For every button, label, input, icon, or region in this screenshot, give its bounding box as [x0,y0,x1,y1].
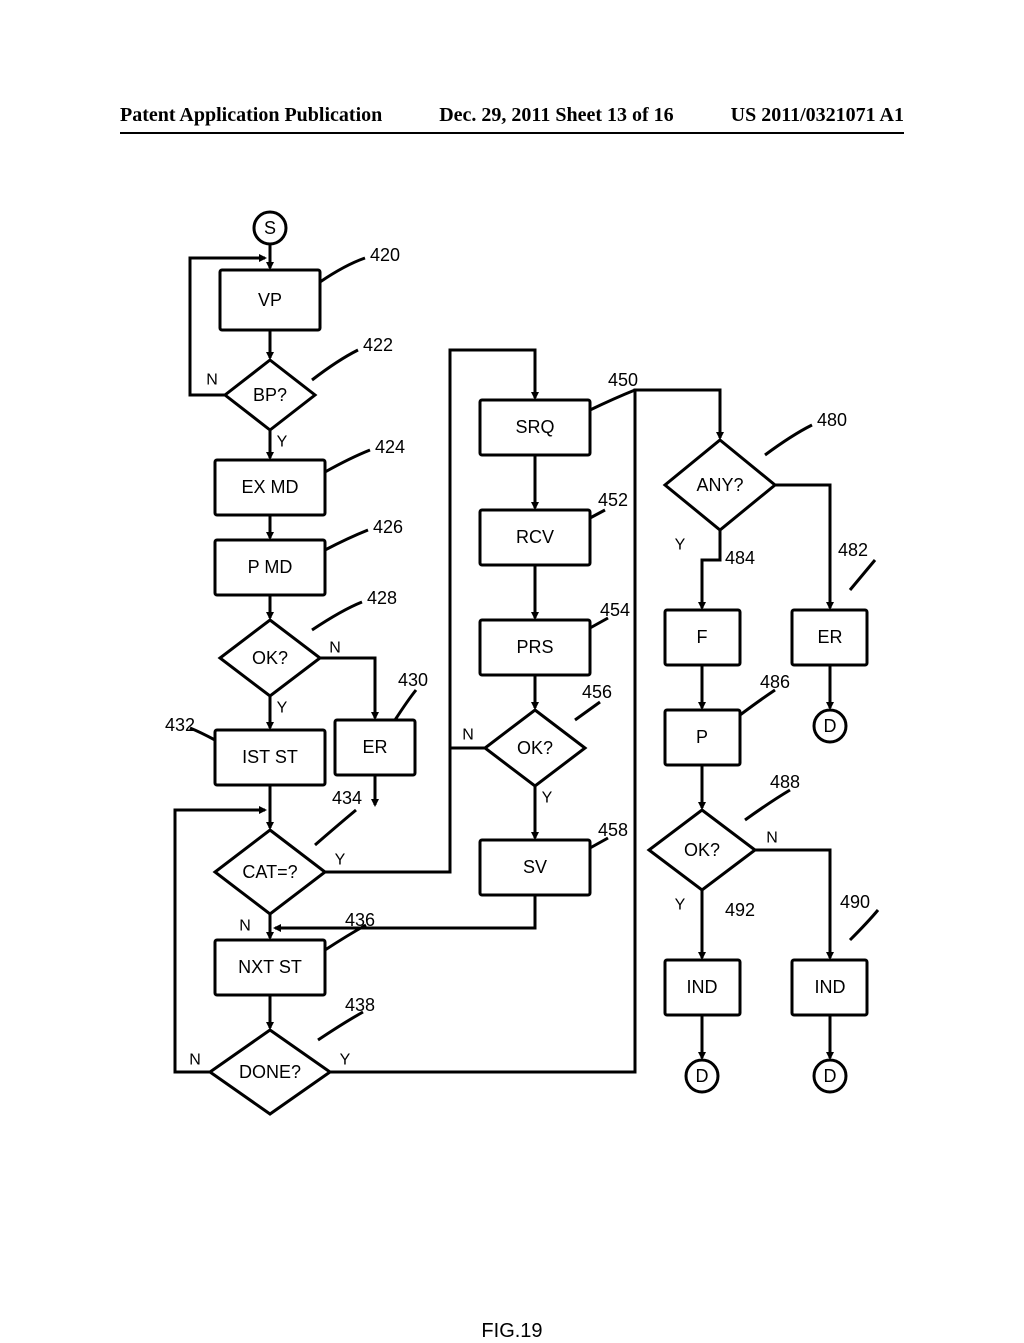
ref-leader [395,690,416,720]
arrow [320,658,375,718]
decision-bp-label: BP? [253,385,287,405]
edge-label-y: Y [675,537,686,554]
page: Patent Application Publication Dec. 29, … [0,0,1024,1320]
header-left: Patent Application Publication [120,104,382,127]
box-er1-label: ER [362,737,387,757]
ref-480: 480 [817,410,847,430]
box-p-label: P [696,727,708,747]
terminal-start-label: S [264,218,276,238]
ref-leader [745,790,790,820]
decision-ok2-label: OK? [517,738,553,758]
decision-done-label: DONE? [239,1062,301,1082]
ref-422: 422 [363,335,393,355]
box-f-label: F [697,627,708,647]
terminal-d3-label: D [824,1066,837,1086]
edge-label-y: Y [675,897,686,914]
ref-488: 488 [770,772,800,792]
ref-484: 484 [725,548,755,568]
edge-label-n: N [239,918,251,935]
terminal-d2-label: D [696,1066,709,1086]
box-vp-label: VP [258,290,282,310]
ref-438: 438 [345,995,375,1015]
ref-leader [740,690,775,715]
box-exmd-label: EX MD [241,477,298,497]
ref-leader [765,425,812,455]
ref-482: 482 [838,540,868,560]
edge-label-y: Y [542,790,553,807]
ref-leader [318,1012,363,1040]
ref-424: 424 [375,437,405,457]
ref-492: 492 [725,900,755,920]
ref-leader [575,702,600,720]
decision-ok3-label: OK? [684,840,720,860]
ref-428: 428 [367,588,397,608]
arrow [702,530,720,608]
ref-leader [850,560,875,590]
ref-452: 452 [598,490,628,510]
ref-leader [320,258,365,282]
ref-434: 434 [332,788,362,808]
box-srq-label: SRQ [515,417,554,437]
decision-any-label: ANY? [696,475,743,495]
box-nxtst-label: NXT ST [238,957,302,977]
edge-label-n: N [462,727,474,744]
ref-450: 450 [608,370,638,390]
figure-caption: FIG.19 [120,1320,904,1343]
edge-label-n: N [189,1052,201,1069]
box-rcv-label: RCV [516,527,554,547]
box-ind1-label: IND [687,977,718,997]
ref-420: 420 [370,245,400,265]
page-header: Patent Application Publication Dec. 29, … [0,104,1024,127]
ref-490: 490 [840,892,870,912]
arrow [755,850,830,958]
decision-cat-label: CAT=? [242,862,297,882]
ref-458: 458 [598,820,628,840]
ref-leader [325,450,370,472]
ref-432: 432 [165,715,195,735]
ref-leader [312,350,358,380]
ref-430: 430 [398,670,428,690]
header-right: US 2011/0321071 A1 [731,104,904,127]
box-er2-label: ER [817,627,842,647]
header-center: Dec. 29, 2011 Sheet 13 of 16 [439,104,673,127]
ref-454: 454 [600,600,630,620]
box-pmd-label: P MD [248,557,293,577]
ref-leader [325,530,368,550]
ref-426: 426 [373,517,403,537]
box-sv-label: SV [523,857,547,877]
edge-label-n: N [329,640,341,657]
ref-leader [850,910,878,940]
decision-ok1-label: OK? [252,648,288,668]
edge-label-y: Y [340,1052,351,1069]
edge-label-y: Y [277,700,288,717]
arrow [275,895,535,928]
ref-leader [315,810,356,845]
ref-leader [590,390,635,410]
box-ind2-label: IND [815,977,846,997]
box-prs-label: PRS [516,637,553,657]
ref-456: 456 [582,682,612,702]
ref-leader [590,510,605,518]
ref-486: 486 [760,672,790,692]
edge-label-y: Y [277,434,288,451]
terminal-d1-label: D [824,716,837,736]
edge-label-n: N [206,372,218,389]
edge-label-n: N [766,830,778,847]
edge-label-y: Y [335,852,346,869]
flowchart: S VP 420 BP? 422 N Y [120,210,904,1210]
ref-leader [312,602,362,630]
box-istst-label: IST ST [242,747,298,767]
arrow [775,485,830,608]
header-rule [120,132,904,134]
